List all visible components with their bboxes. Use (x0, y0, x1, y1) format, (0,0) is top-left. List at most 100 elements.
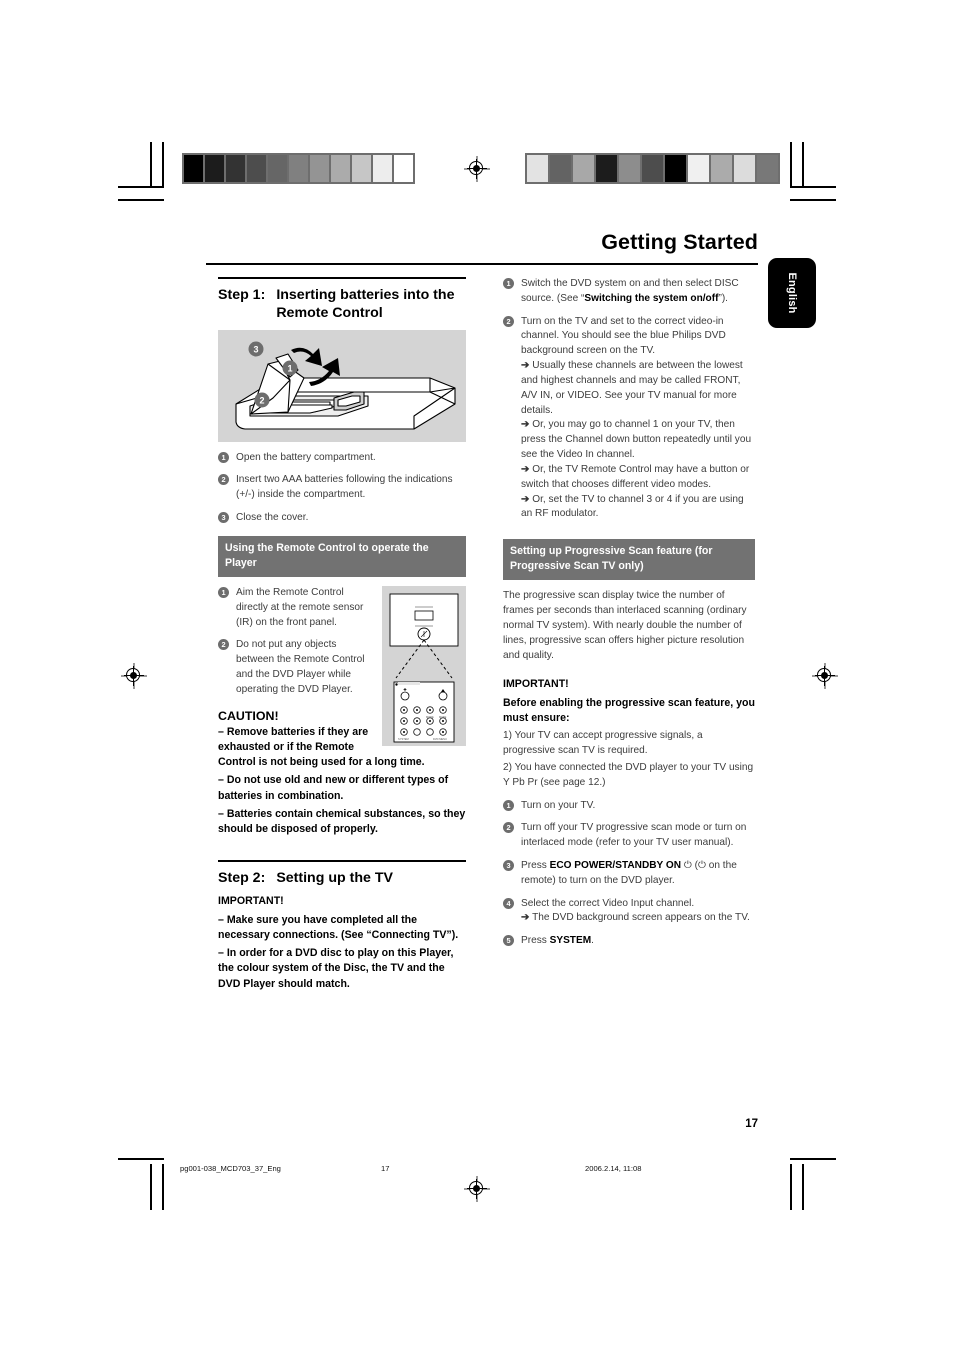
language-tab: English (768, 258, 816, 328)
emphasis-text: SYSTEM (549, 935, 592, 947)
calibration-swatch-11 (757, 155, 778, 182)
calibration-swatch-5 (268, 155, 287, 182)
list-text: Switch the DVD system on and then select… (521, 278, 739, 304)
remote-usage-list: 1 Aim the Remote Control directly at the… (218, 586, 466, 698)
list-number: 2 (503, 315, 514, 327)
list-number: 5 (503, 935, 514, 947)
list-item: 2 Insert two AAA batteries following the… (218, 473, 466, 503)
caution-line: – Batteries contain chemical substances,… (218, 807, 466, 836)
step2-important-heading: IMPORTANT! (218, 895, 284, 908)
arrow-icon: ➔ (521, 493, 530, 505)
list-text: Insert two AAA batteries following the i… (236, 474, 453, 501)
sub-note: ➔ Or, set the TV to channel 3 or 4 if yo… (521, 493, 744, 520)
calibration-swatch-6 (642, 155, 663, 182)
list-item: 3 Close the cover. (218, 511, 466, 526)
ensure-line: 1) Your TV can accept progressive signal… (503, 730, 703, 757)
step1-heading: Step 1: Inserting batteries into the Rem… (218, 286, 466, 323)
registration-mark-right (812, 663, 838, 689)
list-item: 2 Turn on the TV and set to the correct … (503, 315, 755, 523)
calibration-swatch-2 (205, 155, 224, 182)
svg-text:DVD MENU: DVD MENU (433, 737, 447, 741)
emphasis-text: Switching the system on/off (584, 292, 719, 304)
color-calibration-strip-left (182, 153, 415, 184)
list-item: 1 Turn on your TV. (503, 799, 755, 814)
list-number: 1 (503, 278, 514, 289)
list-item: 2 Turn off your TV progressive scan mode… (503, 821, 755, 851)
step1-title: Inserting batteries into the Remote Cont… (276, 286, 455, 322)
remote-battery-illustration: 3 1 2 (218, 329, 466, 442)
calibration-swatch-7 (310, 155, 329, 182)
list-number: 2 (218, 639, 229, 651)
list-text: Press ECO POWER/STANDBY ON ⏻ (⏻ on the r… (521, 860, 737, 886)
list-item: 1 Aim the Remote Control directly at the… (218, 586, 466, 630)
svg-text:MUTE: MUTE (439, 715, 447, 719)
list-text: Press SYSTEM. (521, 935, 594, 947)
figure-callout-1: 1 (282, 360, 298, 375)
tv-setup-list: 1 Switch the DVD system on and then sele… (503, 277, 755, 522)
sub-note: ➔ The DVD background screen appears on t… (521, 912, 750, 924)
list-text: Turn on your TV. (521, 799, 596, 811)
sub-note: ➔ Or, the TV Remote Control may have a b… (521, 463, 750, 490)
list-number: 1 (503, 799, 514, 811)
calibration-swatch-1 (184, 155, 203, 182)
remote-usage-block: SYSTEM DVD MENU MODE MUTE 1 Aim the Remo… (218, 585, 466, 841)
list-number: 1 (218, 451, 229, 463)
calibration-swatch-8 (331, 155, 350, 182)
list-number: 2 (503, 822, 514, 834)
registration-mark-bottom (464, 1176, 490, 1202)
list-number: 3 (503, 860, 514, 871)
sub-note: ➔ Or, you may go to channel 1 on your TV… (521, 419, 752, 461)
calibration-swatch-5 (619, 155, 640, 182)
footer-sheet-number: 17 (381, 1164, 390, 1173)
step2-label: Step 2: (218, 870, 266, 887)
calibration-swatch-1 (527, 155, 548, 182)
progressive-important-bold: Before enabling the progressive scan fea… (503, 696, 755, 724)
calibration-swatch-9 (711, 155, 732, 182)
calibration-swatch-6 (289, 155, 308, 182)
remote-section-header: Using the Remote Control to operate the … (218, 535, 466, 577)
list-text: Aim the Remote Control directly at the r… (236, 586, 364, 628)
list-item: 1 Open the battery compartment. (218, 451, 466, 466)
language-tab-label: English (786, 272, 798, 314)
step2-important-line: – In order for a DVD disc to play on thi… (218, 947, 454, 990)
calibration-swatch-8 (688, 155, 709, 182)
step2-heading: Step 2: Setting up the TV (218, 869, 466, 887)
list-item: 1 Switch the DVD system on and then sele… (503, 277, 755, 307)
sub-note: ➔ Usually these channels are between the… (521, 360, 743, 416)
document-page: Getting Started English Step 1: Insertin… (0, 0, 954, 1351)
step2-important-line: – Make sure you have completed all the n… (218, 913, 459, 941)
calibration-swatch-2 (550, 155, 571, 182)
progressive-scan-paragraph: The progressive scan display twice the n… (503, 590, 747, 661)
calibration-swatch-3 (226, 155, 245, 182)
right-column: 1 Switch the DVD system on and then sele… (503, 277, 755, 957)
calibration-swatch-4 (247, 155, 266, 182)
remote-battery-drawing: 3 1 2 (235, 341, 456, 430)
step1-divider (218, 277, 466, 279)
footer-filename: pg001-038_MCD703_37_Eng (180, 1164, 281, 1173)
list-number: 4 (503, 897, 514, 909)
svg-text:2: 2 (259, 395, 264, 405)
list-item: 5 Press SYSTEM. (503, 934, 755, 949)
list-item: 2 Do not put any objects between the Rem… (218, 638, 466, 697)
left-column: Step 1: Inserting batteries into the Rem… (218, 277, 466, 995)
svg-text:1: 1 (287, 363, 292, 373)
calibration-swatch-10 (373, 155, 392, 182)
list-text: Open the battery compartment. (236, 451, 376, 463)
color-calibration-strip-right (525, 153, 780, 184)
ensure-line: 2) You have connected the DVD player to … (503, 761, 754, 788)
figure-callout-3: 3 (248, 341, 264, 356)
page-title: Getting Started (601, 230, 758, 254)
arrow-icon: ➔ (521, 912, 530, 924)
calibration-swatch-11 (394, 155, 413, 182)
step1-instruction-list: 1 Open the battery compartment. 2 Insert… (218, 451, 466, 526)
title-divider (206, 263, 758, 266)
calibration-swatch-9 (352, 155, 371, 182)
arrow-icon: ➔ (521, 463, 530, 475)
list-number: 3 (218, 511, 229, 523)
list-text: Close the cover. (236, 511, 309, 523)
step2-title: Setting up the TV (276, 870, 393, 887)
progressive-steps-list: 1 Turn on your TV. 2 Turn off your TV pr… (503, 799, 755, 950)
list-text: Turn on the TV and set to the correct vi… (521, 315, 726, 357)
registration-mark-left (121, 663, 147, 689)
calibration-swatch-10 (734, 155, 755, 182)
